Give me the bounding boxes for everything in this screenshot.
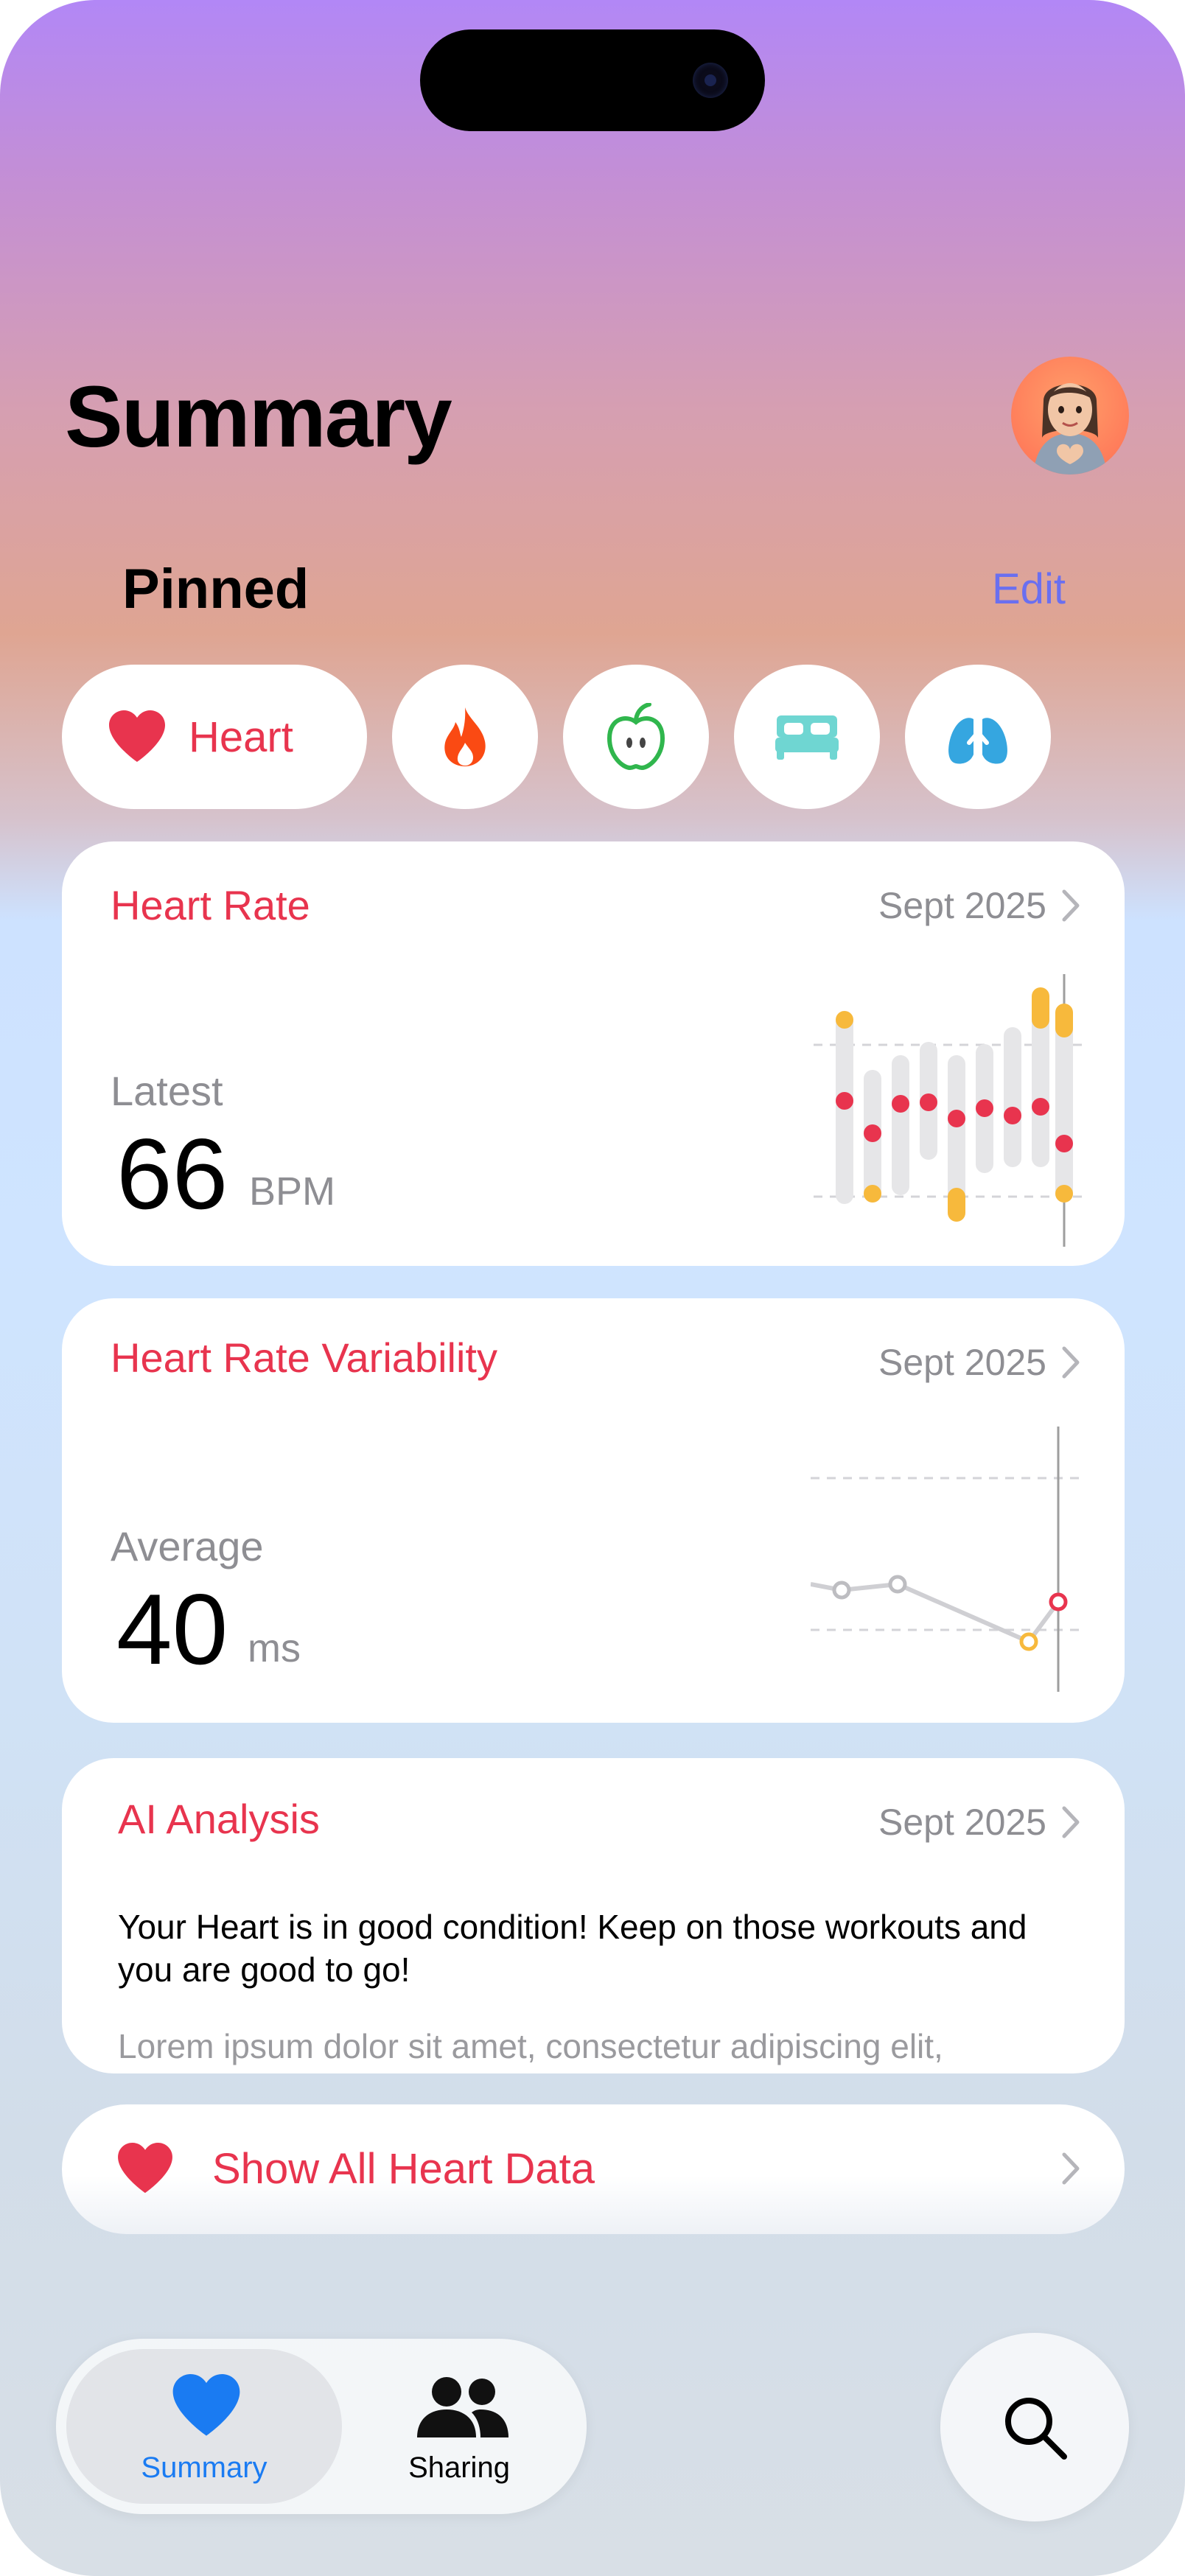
ai-analysis-title: AI Analysis xyxy=(118,1796,320,1842)
tab-sharing[interactable]: Sharing xyxy=(342,2349,576,2504)
show-all-label: Show All Heart Data xyxy=(212,2145,595,2193)
ai-analysis-date: Sept 2025 xyxy=(878,1802,1046,1843)
dynamic-island xyxy=(420,29,765,131)
flame-icon xyxy=(444,707,486,766)
nutrition-category-chip[interactable] xyxy=(563,665,709,809)
chevron-right-icon xyxy=(1062,1806,1080,1838)
hrv-title: Heart Rate Variability xyxy=(111,1334,497,1381)
hrv-card[interactable]: Heart Rate Variability Sept 2025 Average… xyxy=(62,1298,1125,1723)
search-icon xyxy=(1005,2398,1067,2460)
heart-rate-date: Sept 2025 xyxy=(878,885,1046,926)
show-all-heart-data-button[interactable]: Show All Heart Data xyxy=(62,2104,1125,2234)
chevron-right-icon xyxy=(1062,2152,1080,2185)
page-title: Summary xyxy=(65,368,452,466)
search-button[interactable] xyxy=(940,2333,1129,2521)
lungs-icon xyxy=(948,708,1007,764)
heart-rate-mini-chart xyxy=(814,974,1083,1247)
camera-icon xyxy=(693,63,728,98)
heart-category-chip[interactable]: Heart xyxy=(62,665,367,809)
apple-icon xyxy=(607,703,665,771)
ai-analysis-card[interactable]: AI Analysis Sept 2025 Your Heart is in g… xyxy=(62,1758,1125,2073)
chevron-right-icon xyxy=(1062,1346,1080,1379)
heart-rate-sublabel: Latest xyxy=(111,1068,223,1114)
phone-screen: Summary Pinned Edit Heart Heart Rate Sep… xyxy=(0,0,1185,2576)
activity-category-chip[interactable] xyxy=(392,665,538,809)
bed-icon xyxy=(775,715,839,760)
edit-button[interactable]: Edit xyxy=(992,561,1066,617)
heart-rate-unit: BPM xyxy=(249,1169,336,1214)
hrv-value: 40 xyxy=(116,1573,228,1685)
heart-rate-card[interactable]: Heart Rate Sept 2025 Latest 66 BPM xyxy=(62,841,1125,1266)
tab-summary-label: Summary xyxy=(141,2451,268,2484)
tab-sharing-label: Sharing xyxy=(408,2451,510,2484)
heart-rate-value: 66 xyxy=(116,1118,228,1230)
heart-icon xyxy=(118,2143,172,2194)
avatar-memoji-icon xyxy=(1033,383,1107,475)
heart-chip-label: Heart xyxy=(189,713,293,761)
ai-analysis-text: Your Heart is in good condition! Keep on… xyxy=(118,1908,1027,1989)
ai-analysis-more-text: Lorem ipsum dolor sit amet, consectetur … xyxy=(118,2027,943,2065)
chevron-right-icon xyxy=(1062,889,1080,922)
hrv-mini-chart xyxy=(811,1427,1080,1692)
heart-rate-title: Heart Rate xyxy=(111,882,310,928)
avatar[interactable] xyxy=(1011,357,1129,475)
hrv-sublabel: Average xyxy=(111,1523,264,1569)
tab-summary[interactable]: Summary xyxy=(66,2349,342,2504)
tab-bar: Summary Sharing xyxy=(56,2339,587,2514)
respiratory-category-chip[interactable] xyxy=(905,665,1051,809)
hrv-date: Sept 2025 xyxy=(878,1342,1046,1383)
hrv-unit: ms xyxy=(248,1626,301,1670)
sleep-category-chip[interactable] xyxy=(734,665,880,809)
heart-icon xyxy=(172,2374,240,2436)
heart-icon xyxy=(109,710,165,762)
people-icon xyxy=(417,2377,508,2437)
pinned-heading: Pinned xyxy=(122,558,310,620)
